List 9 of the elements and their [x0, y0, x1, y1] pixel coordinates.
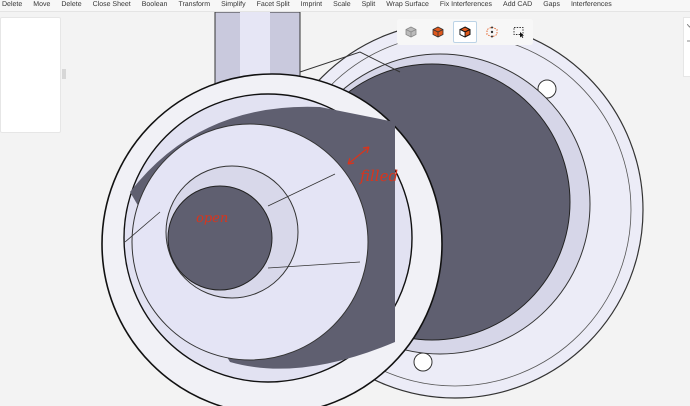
- grip-icon[interactable]: [62, 69, 66, 79]
- cube-icon: [432, 26, 444, 38]
- cube-icon: [459, 26, 471, 38]
- view-mode-button[interactable]: [453, 21, 477, 43]
- cube-icon: [405, 26, 417, 38]
- handwritten-label: open: [196, 212, 228, 226]
- box-select-icon: [513, 26, 525, 38]
- double-arrow: [347, 146, 370, 165]
- cube-vertices-icon: [486, 26, 498, 38]
